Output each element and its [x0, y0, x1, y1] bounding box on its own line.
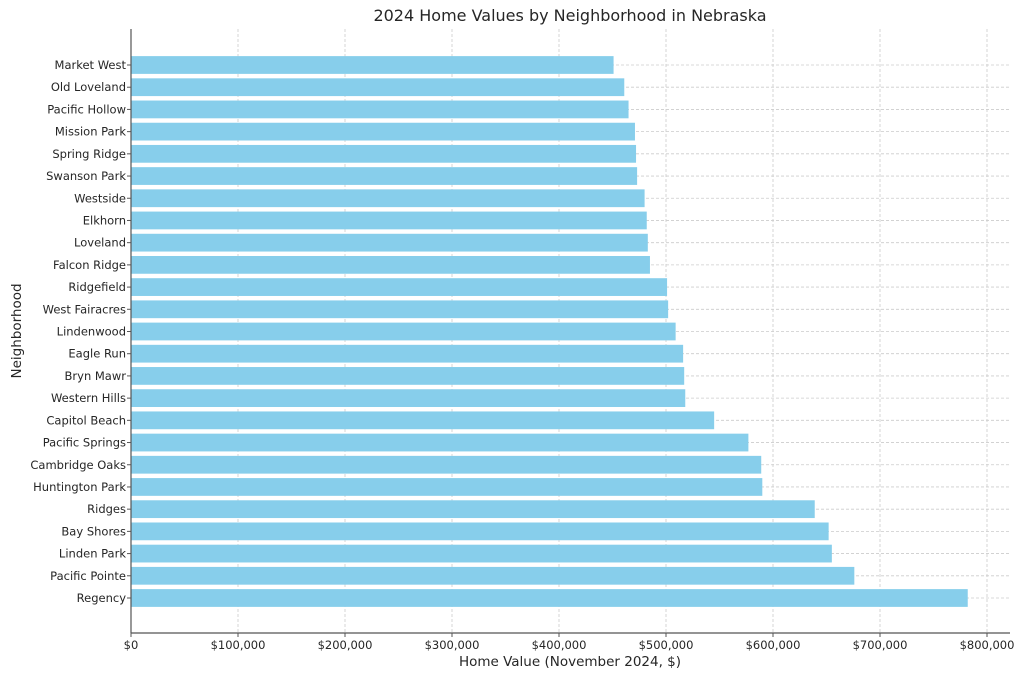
x-tick-label: $400,000 [532, 638, 587, 652]
y-tick-label: Bryn Mawr [65, 369, 127, 383]
y-tick-label: West Fairacres [43, 302, 126, 316]
x-tick-label: $800,000 [960, 638, 1015, 652]
bar [131, 411, 715, 430]
bar [131, 100, 629, 119]
bar [131, 344, 684, 363]
y-tick-label: Spring Ridge [52, 147, 126, 161]
bar [131, 189, 645, 208]
y-tick-label: Elkhorn [83, 213, 126, 227]
y-tick-label: Regency [77, 591, 127, 605]
bar [131, 255, 650, 274]
bar [131, 233, 648, 252]
y-tick-label: Lindenwood [57, 325, 126, 339]
bar [131, 300, 669, 319]
bar [131, 122, 635, 141]
y-tick-label: Loveland [74, 236, 126, 250]
bar [131, 522, 829, 541]
y-tick-label: Eagle Run [68, 347, 126, 361]
chart-title: 2024 Home Values by Neighborhood in Nebr… [373, 6, 766, 25]
x-tick-label: $600,000 [746, 638, 801, 652]
chart: 2024 Home Values by Neighborhood in Nebr… [9, 6, 1015, 670]
bar [131, 322, 676, 341]
x-axis-label: Home Value (November 2024, $) [459, 654, 681, 670]
x-tick-label: $100,000 [211, 638, 266, 652]
y-tick-label: Ridgefield [68, 280, 126, 294]
bar [131, 500, 815, 519]
bar [131, 167, 638, 185]
y-tick-label: Pacific Springs [43, 436, 126, 450]
bar [131, 433, 749, 452]
bar [131, 478, 763, 496]
bar [131, 278, 668, 296]
bar [131, 78, 625, 97]
bar [131, 56, 614, 74]
y-tick-label: Western Hills [51, 391, 126, 405]
x-tick-label: $500,000 [639, 638, 694, 652]
y-tick-label: Ridges [87, 502, 126, 516]
x-tick-label: $0 [124, 638, 139, 652]
y-tick-label: Cambridge Oaks [30, 458, 126, 472]
y-tick-label: Mission Park [55, 125, 126, 139]
y-tick-label: Bay Shores [61, 524, 126, 538]
bar [131, 389, 686, 408]
bar [131, 211, 647, 230]
x-tick-label: $300,000 [425, 638, 480, 652]
y-tick-label: Swanson Park [46, 169, 126, 183]
bar [131, 144, 637, 163]
x-tick-label: $700,000 [853, 638, 908, 652]
y-tick-label: Pacific Pointe [50, 569, 126, 583]
y-tick-label: Old Loveland [51, 80, 126, 94]
y-tick-label: Linden Park [59, 547, 126, 561]
y-tick-label: Capitol Beach [46, 413, 126, 427]
x-axis-ticks: $0 $100,000 $200,000 $300,000 $400,000 $500,0… [124, 633, 1015, 652]
bar [131, 455, 762, 474]
y-tick-label: Market West [55, 58, 127, 72]
y-axis-ticks: Market West Old Loveland Pacific Hollow Mis… [30, 58, 131, 605]
bar [131, 544, 832, 563]
x-tick-label: $200,000 [318, 638, 373, 652]
y-tick-label: Pacific Hollow [47, 102, 126, 116]
y-axis-label: Neighborhood [9, 283, 25, 378]
bar [131, 566, 855, 585]
y-tick-label: Westside [74, 191, 126, 205]
y-tick-label: Falcon Ridge [53, 258, 126, 272]
bar [131, 367, 685, 385]
bar [131, 589, 968, 607]
y-tick-label: Huntington Park [33, 480, 126, 494]
